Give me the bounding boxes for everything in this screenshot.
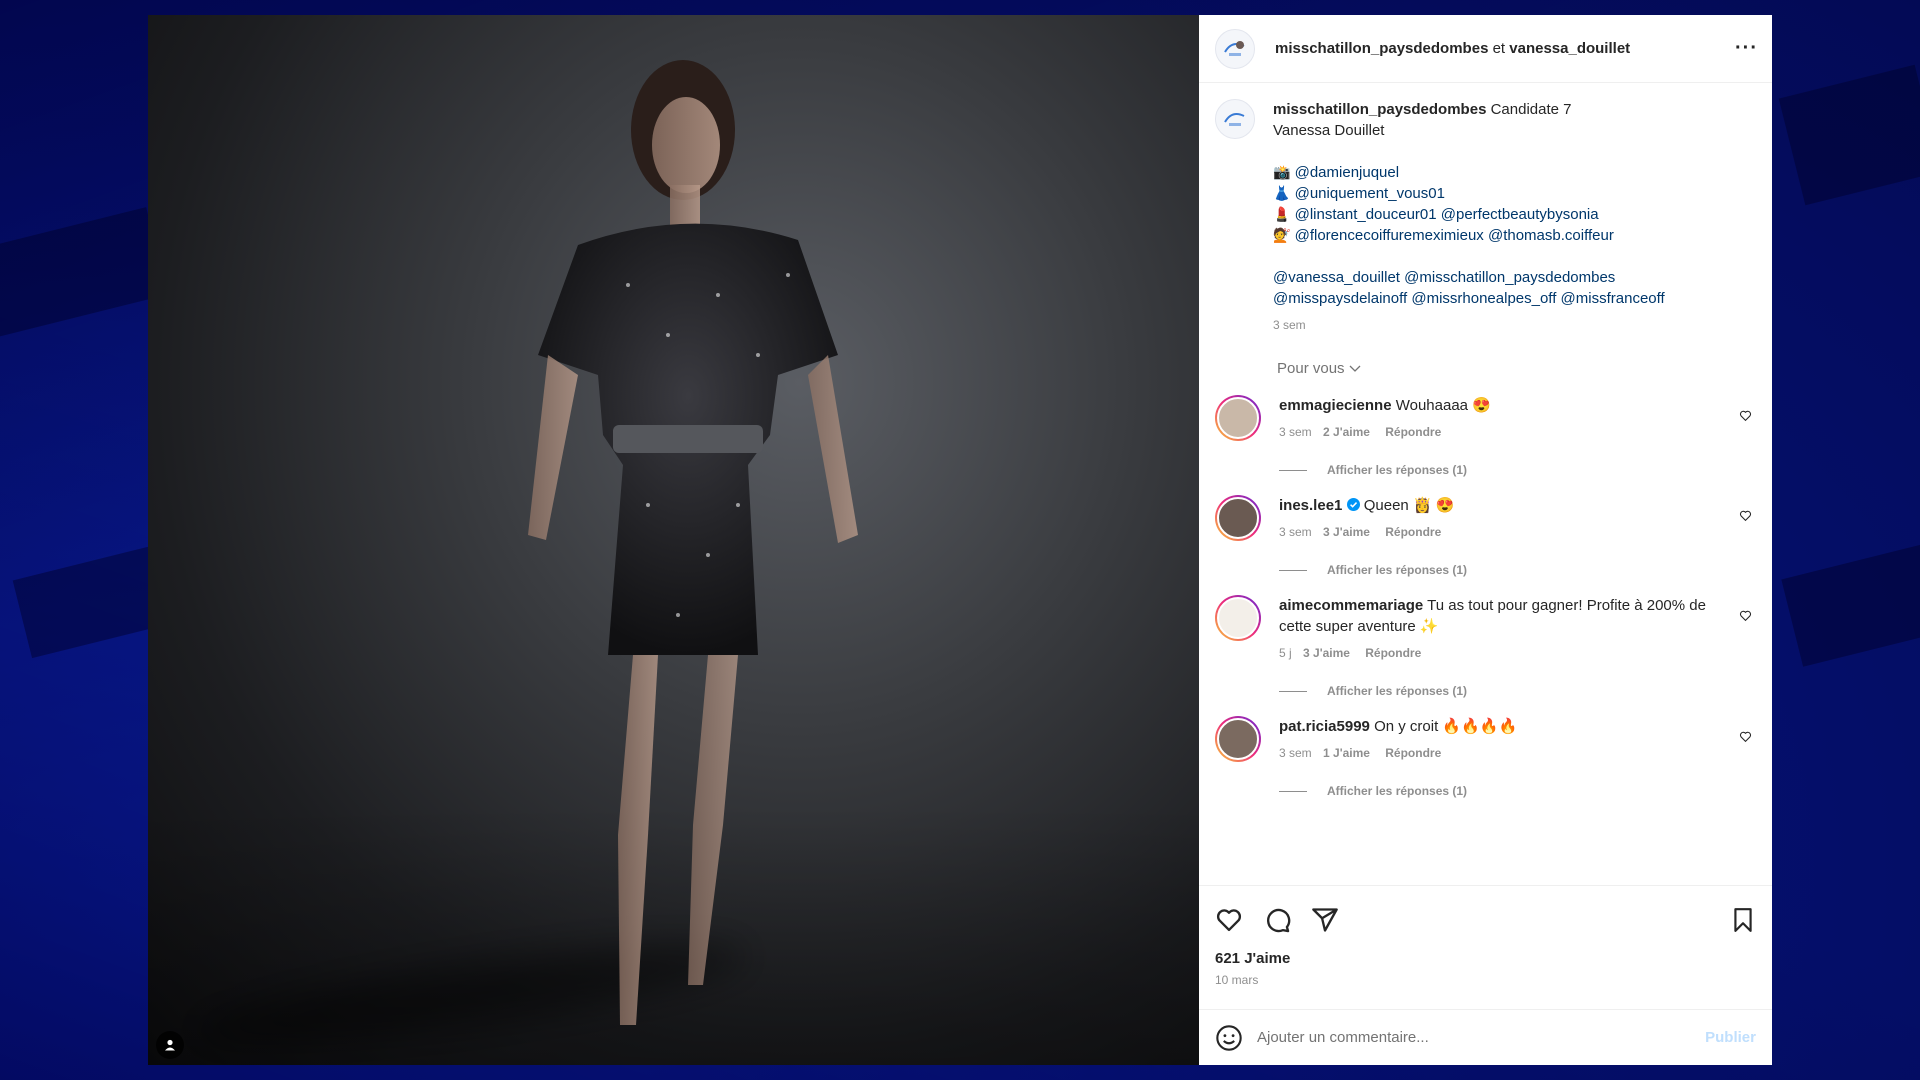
caption-line2: Vanessa Douillet [1273, 122, 1385, 139]
credit-line: 💇 @florencecoiffuremeximieux @thomasb.co… [1273, 225, 1665, 246]
logo-icon [1224, 40, 1245, 56]
post-actions: 621 J'aime 10 mars [1199, 885, 1772, 1009]
view-replies-button[interactable]: Afficher les réponses (1) [1279, 463, 1756, 477]
more-options-button[interactable]: ··· [1735, 37, 1758, 60]
comment: ines.lee1 Queen 👸 😍 3 sem 3 J'aime Répon… [1215, 495, 1756, 543]
caption: misschatillon_paysdedombes Candidate 7 V… [1215, 99, 1756, 336]
user-tag-button[interactable] [156, 1031, 184, 1059]
mention-link[interactable]: @linstant_douceur01 @perfectbeautybysoni… [1295, 206, 1599, 223]
comment: emmagiecienne Wouhaaaa 😍 3 sem 2 J'aime … [1215, 395, 1756, 443]
caption-line1: Candidate 7 [1490, 101, 1572, 118]
instagram-post: misschatillon_paysdedombes et vanessa_do… [148, 15, 1772, 1065]
lipstick-icon: 💄 [1273, 206, 1291, 222]
comment-username[interactable]: aimecommemariage [1279, 597, 1423, 614]
author-link[interactable]: misschatillon_paysdedombes [1275, 40, 1488, 57]
coauthor-link[interactable]: vanessa_douillet [1509, 40, 1630, 57]
commenter-avatar[interactable] [1215, 595, 1261, 641]
reply-button[interactable]: Répondre [1365, 646, 1421, 660]
comment-time: 3 sem [1279, 746, 1312, 760]
view-replies-button[interactable]: Afficher les réponses (1) [1279, 563, 1756, 577]
commenter-avatar[interactable] [1215, 395, 1261, 441]
credit-line: 👗 @uniquement_vous01 [1273, 183, 1665, 204]
comment-filter-dropdown[interactable]: Pour vous [1277, 360, 1756, 377]
comment-username[interactable]: emmagiecienne [1279, 397, 1392, 414]
comment-username[interactable]: ines.lee1 [1279, 497, 1342, 514]
reply-button[interactable]: Répondre [1385, 746, 1441, 760]
comment-icon[interactable] [1263, 906, 1291, 934]
comment-text: Queen 👸 😍 [1363, 497, 1455, 514]
post-header: misschatillon_paysdedombes et vanessa_do… [1199, 15, 1772, 83]
heart-icon[interactable] [1739, 609, 1752, 622]
view-replies-label: Afficher les réponses (1) [1327, 563, 1468, 577]
comment-likes[interactable]: 3 J'aime [1323, 525, 1370, 539]
mention-link[interactable]: @florencecoiffuremeximieux @thomasb.coif… [1295, 227, 1614, 244]
publish-button[interactable]: Publier [1705, 1029, 1756, 1046]
view-replies-label: Afficher les réponses (1) [1327, 684, 1468, 698]
heart-icon[interactable] [1739, 730, 1752, 743]
dress-icon: 👗 [1273, 185, 1291, 201]
chevron-down-icon [1349, 365, 1361, 372]
author-avatar[interactable] [1215, 28, 1255, 69]
commenter-avatar[interactable] [1215, 716, 1261, 762]
mention-link[interactable]: @uniquement_vous01 [1295, 185, 1445, 202]
comment-likes[interactable]: 2 J'aime [1323, 425, 1370, 439]
verified-icon [1346, 498, 1360, 511]
mention-link[interactable]: @damienjuquel [1295, 164, 1399, 181]
credit-line: 📸 @damienjuquel [1273, 162, 1665, 183]
heart-icon[interactable] [1215, 906, 1243, 934]
share-icon[interactable] [1311, 906, 1339, 934]
post-side-panel: misschatillon_paysdedombes et vanessa_do… [1199, 15, 1772, 1065]
more-icon: ··· [1735, 37, 1758, 59]
like-count[interactable]: 621 J'aime [1215, 950, 1756, 967]
post-date: 10 mars [1215, 973, 1259, 987]
comment-username[interactable]: pat.ricia5999 [1279, 718, 1370, 735]
credit-line: 💄 @linstant_douceur01 @perfectbeautybyso… [1273, 204, 1665, 225]
comment-likes[interactable]: 1 J'aime [1323, 746, 1370, 760]
credits-list: 📸 @damienjuquel 👗 @uniquement_vous01 💄 @… [1273, 162, 1665, 246]
view-replies-label: Afficher les réponses (1) [1327, 784, 1468, 798]
comment-text: Wouhaaaa 😍 [1395, 397, 1491, 414]
user-tag-icon [165, 1039, 175, 1051]
caption-time: 3 sem [1273, 318, 1306, 332]
filter-label: Pour vous [1277, 360, 1345, 377]
reply-button[interactable]: Répondre [1385, 525, 1441, 539]
caption-avatar[interactable] [1215, 99, 1255, 139]
heart-icon[interactable] [1739, 409, 1752, 422]
comment: pat.ricia5999 On y croit 🔥🔥🔥🔥 3 sem 1 J'… [1215, 716, 1756, 764]
comment-text: On y croit 🔥🔥🔥🔥 [1374, 718, 1518, 735]
comment-time: 3 sem [1279, 525, 1312, 539]
logo-icon [1224, 113, 1245, 126]
person-silhouette-placeholder [528, 60, 858, 1025]
view-replies-label: Afficher les réponses (1) [1327, 463, 1468, 477]
post-photo[interactable] [148, 15, 1199, 1065]
bookmark-icon[interactable] [1730, 906, 1756, 934]
comments-scroll-area[interactable]: misschatillon_paysdedombes Candidate 7 V… [1199, 83, 1772, 885]
view-replies-button[interactable]: Afficher les réponses (1) [1279, 684, 1756, 698]
comment-time: 5 j [1279, 646, 1292, 660]
add-comment-bar: Publier [1199, 1009, 1772, 1065]
comment-time: 3 sem [1279, 425, 1312, 439]
camera-icon: 📸 [1273, 164, 1291, 180]
joiner-text: et [1492, 40, 1506, 57]
view-replies-button[interactable]: Afficher les réponses (1) [1279, 784, 1756, 798]
reply-button[interactable]: Répondre [1385, 425, 1441, 439]
comment-input[interactable] [1257, 1029, 1706, 1046]
heart-icon[interactable] [1739, 509, 1752, 522]
tags: @vanessa_douillet @misschatillon_paysded… [1273, 267, 1665, 309]
commenter-avatar[interactable] [1215, 495, 1261, 541]
mention-link[interactable]: @vanessa_douillet @misschatillon_paysded… [1273, 267, 1665, 288]
haircut-icon: 💇 [1273, 227, 1291, 243]
caption-username[interactable]: misschatillon_paysdedombes [1273, 101, 1486, 118]
comment: aimecommemariage Tu as tout pour gagner!… [1215, 595, 1756, 664]
post-authors: misschatillon_paysdedombes et vanessa_do… [1275, 40, 1735, 57]
comment-likes[interactable]: 3 J'aime [1303, 646, 1350, 660]
emoji-icon[interactable] [1215, 1024, 1243, 1052]
mention-link[interactable]: @misspaysdelainoff @missrhonealpes_off @… [1273, 288, 1665, 309]
